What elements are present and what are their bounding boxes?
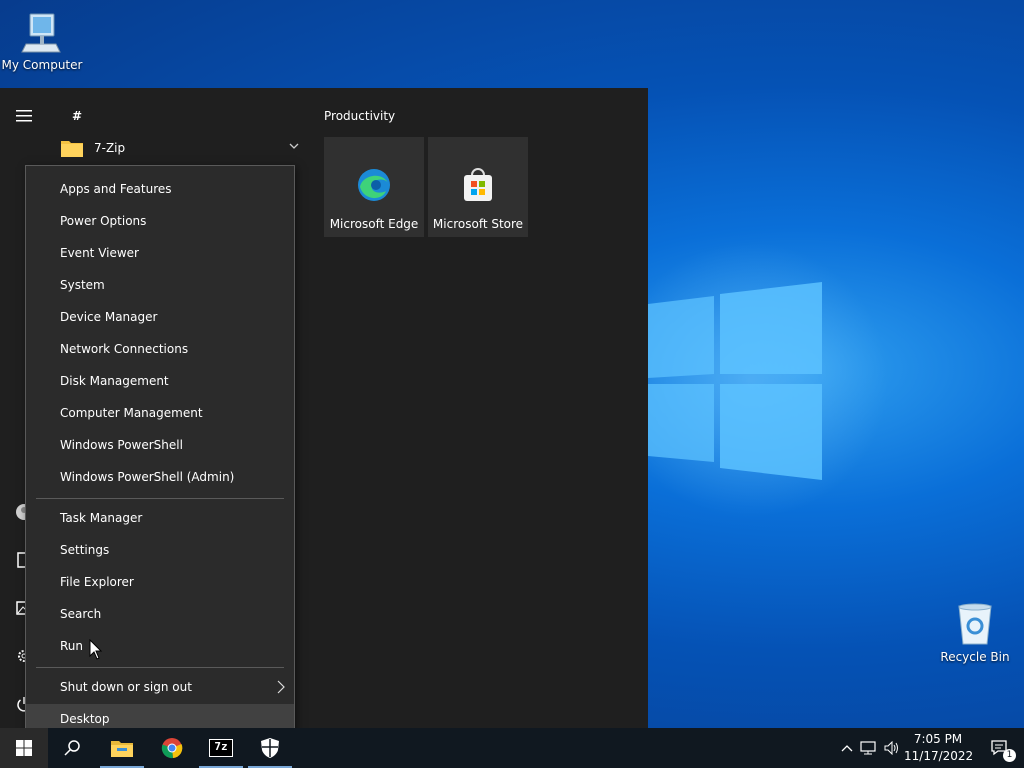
computer-icon: [21, 13, 61, 53]
menu-separator: [36, 498, 284, 499]
menu-item-shut-down-or-sign-out[interactable]: Shut down or sign out: [26, 672, 294, 702]
menu-separator: [36, 667, 284, 668]
taskbar-security[interactable]: [246, 728, 294, 768]
menu-item-task-manager[interactable]: Task Manager: [26, 503, 294, 533]
menu-item-device-manager[interactable]: Device Manager: [26, 302, 294, 332]
volume-tray-button[interactable]: [880, 741, 904, 755]
network-icon: [860, 741, 876, 755]
chevron-down-icon: [289, 143, 299, 149]
desktop-icon-my-computer[interactable]: My Computer: [0, 10, 84, 72]
taskbar-7zip[interactable]: 7z: [197, 728, 245, 768]
taskbar-clock[interactable]: 7:05 PM 11/17/2022: [904, 731, 974, 765]
hamburger-menu-button[interactable]: [12, 104, 36, 128]
taskbar: 7z 7:05 PM 11/17/2022 1: [0, 728, 1024, 768]
menu-item-settings[interactable]: Settings: [26, 535, 294, 565]
system-tray: [838, 728, 904, 768]
windows-wallpaper-logo: [648, 282, 822, 480]
tile-label: Microsoft Store: [432, 217, 524, 231]
file-explorer-icon: [111, 741, 133, 757]
menu-item-computer-management[interactable]: Computer Management: [26, 398, 294, 428]
recycle-bin-icon: [958, 603, 992, 645]
windows-start-icon: [16, 740, 32, 756]
search-button[interactable]: [48, 728, 96, 768]
edge-icon: [358, 169, 390, 201]
hamburger-menu-icon: [16, 110, 32, 122]
app-list-item-7zip[interactable]: 7-Zip: [60, 136, 310, 160]
mouse-cursor-icon: [89, 639, 103, 660]
security-icon: [261, 738, 279, 758]
tile-group-title[interactable]: Productivity: [324, 109, 395, 123]
tile-label: Microsoft Edge: [329, 217, 419, 231]
volume-icon: [884, 741, 898, 755]
menu-item-event-viewer[interactable]: Event Viewer: [26, 238, 294, 268]
menu-item-run[interactable]: Run: [26, 631, 294, 661]
power-user-context-menu: Apps and Features Power Options Event Vi…: [25, 165, 295, 745]
menu-item-windows-powershell[interactable]: Windows PowerShell: [26, 430, 294, 460]
taskbar-file-explorer[interactable]: [98, 728, 146, 768]
chevron-right-icon: [277, 680, 285, 694]
store-icon: [464, 168, 492, 201]
search-icon: [64, 740, 80, 756]
tile-microsoft-edge[interactable]: Microsoft Edge: [324, 137, 424, 237]
clock-time: 7:05 PM: [913, 732, 963, 746]
app-list-section-letter[interactable]: #: [72, 109, 82, 123]
menu-item-disk-management[interactable]: Disk Management: [26, 366, 294, 396]
7zip-icon-label: 7z: [214, 740, 228, 753]
taskbar-chrome[interactable]: [148, 728, 196, 768]
desktop-icon-label: Recycle Bin: [940, 650, 1010, 664]
desktop-icon-recycle-bin[interactable]: Recycle Bin: [933, 602, 1017, 664]
start-button[interactable]: [0, 728, 48, 768]
menu-item-windows-powershell-admin[interactable]: Windows PowerShell (Admin): [26, 462, 294, 492]
menu-item-system[interactable]: System: [26, 270, 294, 300]
notification-count-badge: 1: [1003, 749, 1016, 762]
show-hidden-icons-button[interactable]: [838, 744, 856, 752]
clock-date: 11/17/2022: [904, 749, 974, 763]
menu-item-apps-and-features[interactable]: Apps and Features: [26, 174, 294, 204]
desktop-icon-label: My Computer: [1, 58, 83, 72]
menu-item-network-connections[interactable]: Network Connections: [26, 334, 294, 364]
chevron-up-icon: [841, 745, 853, 752]
action-center-button[interactable]: 1: [976, 728, 1024, 768]
menu-item-label: Shut down or sign out: [60, 680, 192, 694]
menu-item-search[interactable]: Search: [26, 599, 294, 629]
menu-item-file-explorer[interactable]: File Explorer: [26, 567, 294, 597]
app-list-item-label: 7-Zip: [94, 141, 126, 155]
tile-microsoft-store[interactable]: Microsoft Store: [428, 137, 528, 237]
menu-item-power-options[interactable]: Power Options: [26, 206, 294, 236]
chrome-icon: [161, 738, 183, 759]
network-tray-button[interactable]: [856, 741, 880, 755]
folder-icon: [61, 141, 83, 157]
